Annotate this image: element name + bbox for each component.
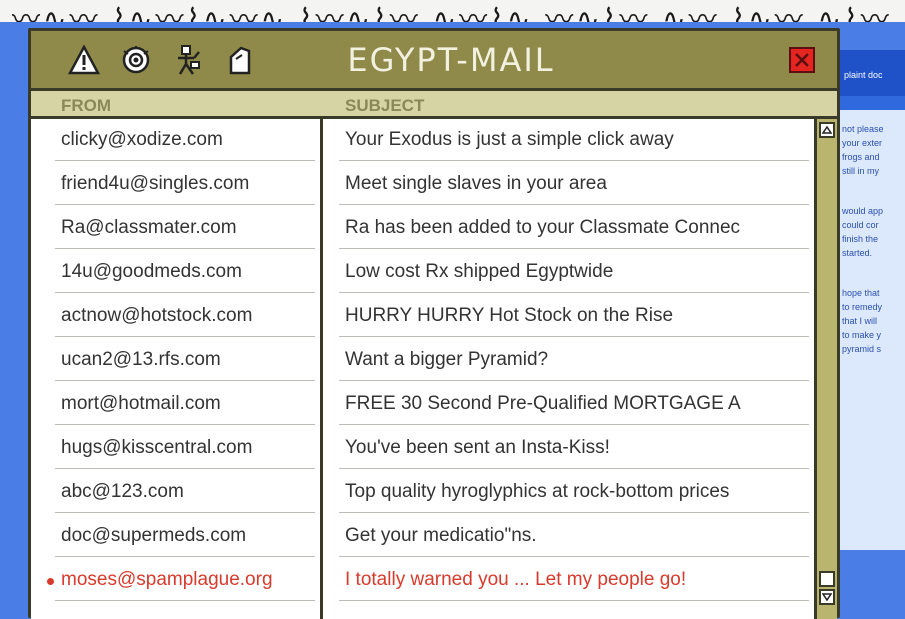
message-row[interactable]: 14u@goodmeds.com Low cost Rx shipped Egyp…	[31, 251, 814, 295]
message-subject: Ra has been added to your Classmate Conn…	[345, 217, 741, 238]
top-scribble-strip: 〰∿〰 ⌇∿〰⌇∿〰∿ ⌇〰∿⌇〰 ∿〰⌇∿ 〰∿⌇〰 ∿〰 ⌇∿〰 ∿⌇〰	[0, 0, 905, 22]
message-from: clicky@xodize.com	[61, 129, 223, 150]
message-subject: Get your medicatio"ns.	[345, 525, 537, 546]
mail-window: EGYPT-MAIL FROM SUBJECT clicky@xodize.co…	[28, 28, 840, 619]
letter-line: your exter	[842, 138, 883, 148]
message-row[interactable]: friend4u@singles.com Meet single slaves i…	[31, 163, 814, 207]
hieroglyph-figure-icon[interactable]	[171, 43, 205, 77]
message-subject: Want a bigger Pyramid?	[345, 349, 549, 370]
message-row[interactable]: clicky@xodize.com Your Exodus is just a s…	[31, 119, 814, 163]
row-rule	[55, 292, 315, 293]
letter-line: not please	[842, 124, 884, 134]
row-rule	[339, 424, 809, 425]
row-rule	[339, 204, 809, 205]
message-row[interactable]: mort@hotmail.com FREE 30 Second Pre-Quali…	[31, 383, 814, 427]
row-rule	[339, 556, 809, 557]
unread-dot-icon	[47, 578, 54, 585]
message-from: mort@hotmail.com	[61, 393, 221, 414]
column-header-from[interactable]: FROM	[61, 96, 111, 116]
letter-line: to remedy	[842, 302, 883, 312]
row-rule	[55, 512, 315, 513]
message-subject: Top quality hyroglyphics at rock-bottom …	[345, 481, 730, 502]
warning-triangle-icon[interactable]	[67, 43, 101, 77]
message-from: moses@spamplague.org	[61, 569, 273, 590]
row-rule	[55, 380, 315, 381]
message-from: 14u@goodmeds.com	[61, 261, 242, 282]
scroll-up-button[interactable]	[819, 122, 835, 138]
letter-line: finish the	[842, 234, 879, 244]
message-subject: Meet single slaves in your area	[345, 173, 607, 194]
row-rule	[55, 600, 315, 601]
close-icon	[795, 53, 809, 67]
scroll-thumb[interactable]	[819, 571, 835, 587]
message-from: ucan2@13.rfs.com	[61, 349, 221, 370]
message-row[interactable]: actnow@hotstock.com HURRY HURRY Hot Stock…	[31, 295, 814, 339]
letter-line: pyramid s	[842, 344, 882, 354]
message-from: actnow@hotstock.com	[61, 305, 253, 326]
chevron-down-icon	[822, 593, 832, 601]
close-button[interactable]	[789, 47, 815, 73]
letter-line: hope that	[842, 288, 880, 298]
letter-line: started.	[842, 248, 873, 258]
letter-line: that I will	[842, 316, 878, 326]
message-subject: FREE 30 Second Pre-Qualified MORTGAGE A	[345, 393, 741, 414]
row-rule	[339, 292, 809, 293]
chevron-up-icon	[822, 126, 832, 134]
row-rule	[55, 160, 315, 161]
title-bar[interactable]: EGYPT-MAIL	[31, 31, 837, 91]
message-from: doc@supermeds.com	[61, 525, 247, 546]
message-from: abc@123.com	[61, 481, 184, 502]
shield-icon[interactable]	[223, 43, 257, 77]
row-rule	[55, 248, 315, 249]
row-rule	[339, 468, 809, 469]
row-rule	[55, 556, 315, 557]
letter-body: not please your exter frogs and still in my…	[834, 110, 905, 550]
column-header-bar: FROM SUBJECT	[31, 91, 837, 119]
row-rule	[339, 380, 809, 381]
message-row[interactable]: doc@supermeds.com Get your medicatio"ns.	[31, 515, 814, 559]
eye-icon[interactable]	[119, 43, 153, 77]
toolbar-icons	[67, 43, 257, 77]
row-rule	[55, 468, 315, 469]
letter-line: frogs and	[842, 152, 880, 162]
row-rule	[339, 600, 809, 601]
letter-line: could cor	[842, 220, 879, 230]
row-rule	[339, 248, 809, 249]
message-subject: Low cost Rx shipped Egyptwide	[345, 261, 614, 282]
message-from: Ra@classmater.com	[61, 217, 237, 238]
scrollbar[interactable]	[814, 119, 837, 619]
row-rule	[339, 336, 809, 337]
message-subject: I totally warned you ... Let my people g…	[345, 569, 687, 590]
letter-line: would app	[842, 206, 884, 216]
row-rule	[55, 204, 315, 205]
message-subject: HURRY HURRY Hot Stock on the Rise	[345, 305, 674, 326]
window-title: EGYPT-MAIL	[347, 41, 555, 79]
row-rule	[339, 512, 809, 513]
letter-line: still in my	[842, 166, 880, 176]
message-row[interactable]: Ra@classmater.com Ra has been added to yo…	[31, 207, 814, 251]
message-row[interactable]: moses@spamplague.org I totally warned you…	[31, 559, 814, 603]
row-rule	[339, 160, 809, 161]
message-from: friend4u@singles.com	[61, 173, 250, 194]
message-subject: Your Exodus is just a simple click away	[345, 129, 674, 150]
message-row[interactable]: ucan2@13.rfs.com Want a bigger Pyramid?	[31, 339, 814, 383]
message-subject: You've been sent an Insta-Kiss!	[345, 437, 610, 458]
message-from: hugs@kisscentral.com	[61, 437, 253, 458]
row-rule	[55, 336, 315, 337]
scroll-down-button[interactable]	[819, 589, 835, 605]
scribble-text: 〰∿〰 ⌇∿〰⌇∿〰∿ ⌇〰∿⌇〰 ∿〰⌇∿ 〰∿⌇〰 ∿〰 ⌇∿〰 ∿⌇〰	[12, 2, 892, 22]
message-row[interactable]: abc@123.com Top quality hyroglyphics at r…	[31, 471, 814, 515]
message-list[interactable]: clicky@xodize.com Your Exodus is just a s…	[31, 119, 814, 619]
letter-line: to make y	[842, 330, 882, 340]
column-header-subject[interactable]: SUBJECT	[345, 96, 424, 116]
message-row[interactable]: hugs@kisscentral.com You've been sent an …	[31, 427, 814, 471]
row-rule	[55, 424, 315, 425]
